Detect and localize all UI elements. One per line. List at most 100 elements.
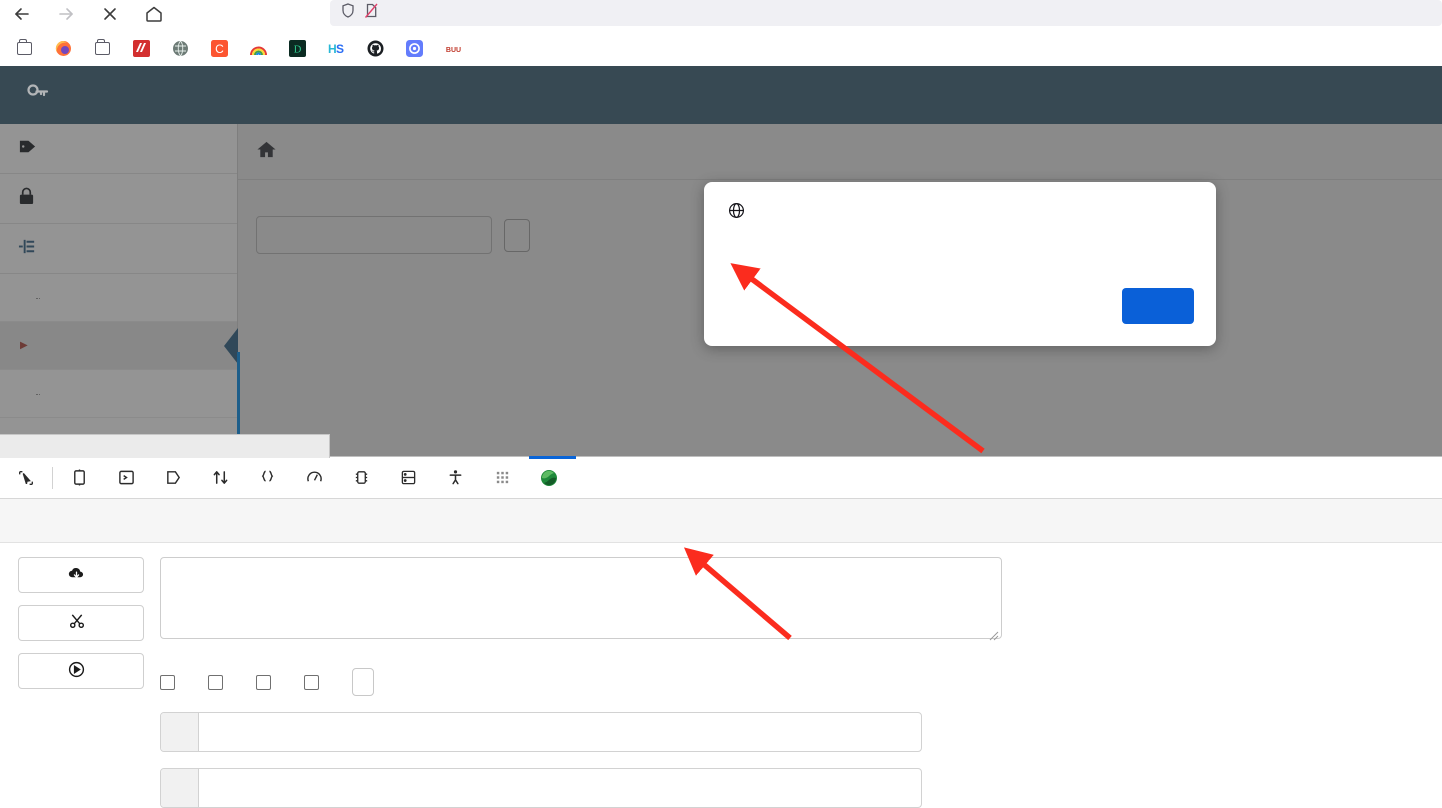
tab-application[interactable] bbox=[482, 457, 529, 499]
bookmark-ctf-platform[interactable]: HS bbox=[320, 37, 359, 60]
javascript-alert-dialog bbox=[704, 182, 1216, 346]
bookmark-datacon[interactable]: D bbox=[281, 37, 320, 60]
folder-icon bbox=[94, 38, 111, 57]
tab-storage[interactable] bbox=[388, 457, 435, 499]
bookmark-common-sites[interactable] bbox=[86, 37, 125, 60]
hackbar-menu-encoding[interactable] bbox=[54, 515, 84, 527]
tracking-protection-icon[interactable] bbox=[364, 2, 379, 24]
split-url-button[interactable] bbox=[18, 605, 144, 641]
cloud-download-icon bbox=[68, 566, 85, 585]
header-value[interactable] bbox=[199, 713, 921, 751]
header-tag bbox=[161, 769, 199, 807]
pikachu-sidebar: ▶ bbox=[0, 124, 238, 456]
tab-debugger[interactable] bbox=[153, 457, 200, 499]
tab-memory[interactable] bbox=[341, 457, 388, 499]
console-icon bbox=[117, 469, 135, 487]
hackbar-menu-sql[interactable] bbox=[92, 515, 122, 527]
sidebar-item-cross-site-scripting[interactable] bbox=[0, 224, 237, 274]
caret-right-icon: ▶ bbox=[20, 340, 28, 351]
cloud-disk-icon bbox=[133, 39, 150, 57]
home-button[interactable] bbox=[132, 0, 176, 28]
rainbow-icon bbox=[250, 40, 267, 57]
header-row[interactable] bbox=[160, 768, 922, 808]
tab-style-editor[interactable] bbox=[247, 457, 294, 499]
svg-text:C: C bbox=[215, 42, 224, 56]
bookmark-buuctf[interactable]: BUU bbox=[437, 37, 476, 60]
stop-button[interactable] bbox=[88, 0, 132, 28]
performance-icon bbox=[305, 469, 323, 487]
xss-icon bbox=[18, 237, 37, 261]
globe-icon bbox=[728, 202, 745, 224]
checkbox-post-data[interactable] bbox=[160, 674, 184, 690]
hackbar-menu-xxe[interactable] bbox=[206, 515, 236, 527]
checkbox-cookies[interactable] bbox=[304, 674, 328, 690]
buuctf-icon: BUU bbox=[445, 40, 462, 57]
browser-chrome: C D HS BUU bbox=[0, 0, 1442, 66]
sidebar-item-brute-force[interactable] bbox=[0, 174, 237, 224]
address-bar[interactable] bbox=[330, 0, 1442, 26]
back-button[interactable] bbox=[0, 0, 44, 28]
checkbox-box[interactable] bbox=[256, 674, 271, 690]
checkbox-referer[interactable] bbox=[208, 674, 232, 690]
hackbar-menu-encryption[interactable] bbox=[16, 515, 46, 527]
hackbar-url-input[interactable] bbox=[160, 557, 1002, 639]
checkbox-box[interactable] bbox=[160, 674, 175, 690]
tab-hackbar[interactable] bbox=[529, 455, 576, 499]
execute-button[interactable] bbox=[18, 653, 144, 689]
svg-text:D: D bbox=[294, 44, 302, 55]
checkbox-box[interactable] bbox=[208, 674, 223, 690]
dialog-title bbox=[728, 202, 755, 224]
bookmark-yunpan[interactable] bbox=[125, 37, 164, 60]
hs-icon: HS bbox=[328, 40, 345, 57]
style-editor-icon bbox=[258, 469, 276, 487]
tab-network[interactable] bbox=[200, 457, 247, 499]
bookmark-csdn[interactable]: C bbox=[203, 37, 242, 60]
dialog-ok-button[interactable] bbox=[1122, 288, 1194, 324]
tab-accessibility[interactable] bbox=[435, 457, 482, 499]
header-value[interactable] bbox=[199, 769, 921, 807]
header-row[interactable] bbox=[160, 712, 922, 752]
inspector-icon bbox=[70, 469, 88, 487]
tab-inspector[interactable] bbox=[59, 457, 106, 499]
load-url-button[interactable] bbox=[18, 557, 144, 593]
checkbox-box[interactable] bbox=[304, 674, 319, 690]
network-icon bbox=[211, 469, 229, 487]
svg-text:BUU: BUU bbox=[446, 47, 461, 54]
hackbar-menu-other[interactable] bbox=[244, 515, 274, 527]
home-icon[interactable] bbox=[256, 139, 277, 165]
toolbar-divider bbox=[52, 466, 53, 489]
hackbar-menu-xss[interactable] bbox=[130, 515, 160, 527]
debugger-icon bbox=[164, 469, 182, 487]
svg-text:S: S bbox=[336, 42, 344, 56]
bookmark-aliyun-drive[interactable] bbox=[398, 37, 437, 60]
sidebar-subitem-reflected-xss-get[interactable]: ▶ bbox=[0, 322, 237, 370]
hackbar-icon bbox=[540, 469, 558, 487]
sidebar-subitem-reflected-xss-post[interactable] bbox=[0, 370, 237, 418]
hackbar-options-row bbox=[160, 668, 1426, 696]
play-icon bbox=[68, 661, 85, 682]
submit-button[interactable] bbox=[504, 218, 530, 252]
nba-player-input[interactable] bbox=[256, 216, 492, 254]
tab-performance[interactable] bbox=[294, 457, 341, 499]
checkbox-user-agent[interactable] bbox=[256, 674, 280, 690]
scissors-icon bbox=[69, 613, 85, 633]
folder-icon bbox=[16, 38, 33, 57]
tab-console[interactable] bbox=[106, 457, 153, 499]
bookmark-firefox-official[interactable] bbox=[8, 37, 47, 60]
hackbar-menu-lfi[interactable] bbox=[168, 515, 198, 527]
storage-icon bbox=[399, 469, 417, 487]
sidebar-item-system-intro[interactable] bbox=[0, 124, 237, 174]
memory-icon bbox=[352, 469, 370, 487]
bookmark-gif-tool[interactable] bbox=[242, 37, 281, 60]
forward-button[interactable] bbox=[44, 0, 88, 28]
bookmarks-bar: C D HS BUU bbox=[0, 30, 1442, 66]
browser-navigation-bar bbox=[0, 0, 1442, 28]
bookmark-globe[interactable] bbox=[164, 37, 203, 60]
csdn-icon: C bbox=[211, 39, 228, 57]
sidebar-subitem-overview[interactable] bbox=[0, 274, 237, 322]
status-bar bbox=[0, 434, 330, 458]
add-header-button[interactable] bbox=[352, 668, 374, 696]
bookmark-new-file[interactable] bbox=[359, 37, 398, 60]
bookmark-getting-started[interactable] bbox=[47, 37, 86, 60]
tab-element-picker[interactable] bbox=[6, 457, 46, 499]
